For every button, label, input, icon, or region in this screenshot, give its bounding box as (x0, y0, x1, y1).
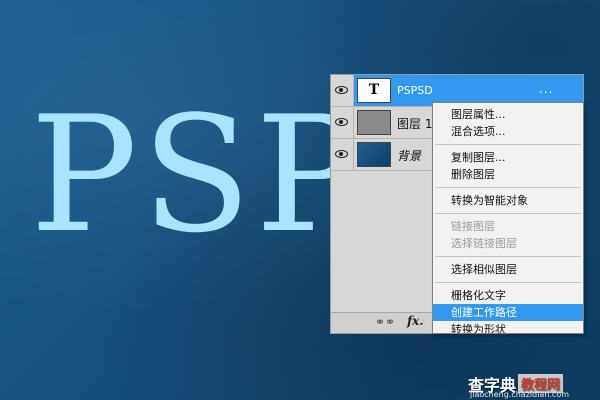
menu-item[interactable]: 混合选项... (433, 123, 583, 140)
menu-item[interactable]: 转换为智能对象 (433, 192, 583, 209)
eye-icon (335, 150, 348, 158)
visibility-toggle[interactable] (331, 139, 354, 170)
menu-item[interactable]: 删除图层 (433, 166, 583, 183)
menu-separator (435, 144, 581, 145)
layer-context-menu: 图层属性... 混合选项... 复制图层... 删除图层转换为智能对象链接图层选择链接… (432, 102, 584, 334)
menu-item[interactable]: 栅格化文字 (433, 287, 583, 304)
menu-separator (435, 213, 581, 214)
visibility-toggle[interactable] (331, 75, 354, 106)
layer-thumbnail (357, 110, 391, 135)
layer-name: 背景 (397, 149, 422, 163)
menu-item[interactable]: 复制图层... (433, 149, 583, 166)
menu-separator (435, 256, 581, 257)
menu-item: 选择链接图层 (451, 237, 517, 250)
menu-separator (435, 282, 581, 283)
text-layer-thumbnail: T (357, 78, 391, 103)
menu-item[interactable]: 选择相似图层 (433, 261, 583, 278)
eye-icon (335, 86, 348, 94)
menu-separator (435, 187, 581, 188)
layer-name: PSPSD (397, 84, 433, 97)
layer-name: 图层 1 (397, 117, 433, 131)
background-thumbnail (357, 142, 391, 167)
menu-item[interactable]: 转换为形状 (433, 321, 583, 333)
menu-item[interactable]: 创建工作路径 (433, 304, 583, 321)
fx-icon[interactable]: fx. (407, 314, 424, 328)
layer-dots: ... (539, 82, 554, 96)
watermark-url: jiaocheng.chazidian.com (470, 390, 570, 399)
link-layers-icon[interactable]: ⚭⚭ (375, 315, 395, 329)
visibility-toggle[interactable] (331, 107, 354, 138)
menu-item: 链接图层 (451, 220, 495, 233)
menu-item[interactable]: 图层属性... (433, 106, 583, 123)
menu-list: 图层属性... 混合选项... 复制图层... 删除图层转换为智能对象链接图层选择链接… (433, 103, 583, 333)
eye-icon (335, 118, 348, 126)
canvas-text-layer: PSP (30, 81, 367, 268)
watermark: 查字典 教程网 jiaocheng.chazidian.com (468, 372, 569, 399)
